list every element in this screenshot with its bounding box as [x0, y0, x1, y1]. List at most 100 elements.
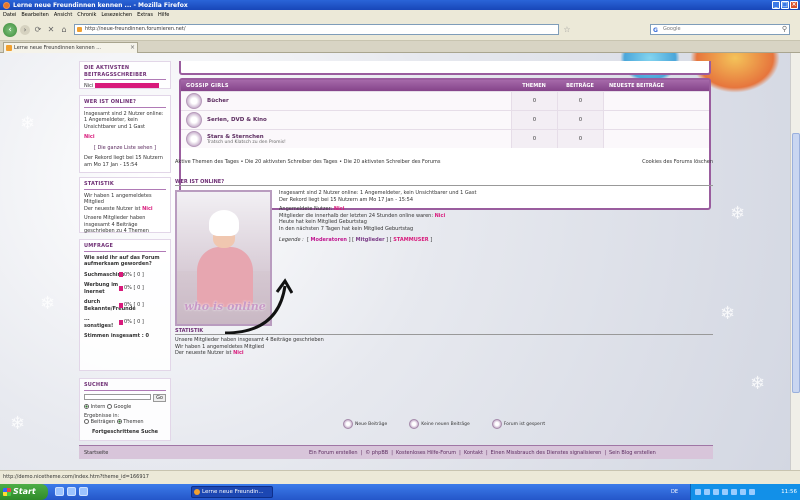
tray-icon[interactable]	[722, 489, 728, 495]
no-new-posts-icon	[409, 419, 420, 429]
create-forum-link[interactable]: Ein Forum erstellen	[309, 450, 358, 456]
online-user-link[interactable]: Nici	[334, 206, 345, 212]
col-posts: BEITRÄGE	[566, 82, 594, 89]
maximize-button[interactable]: □	[781, 1, 789, 9]
radio-google[interactable]	[107, 404, 113, 409]
stats-newest-user[interactable]: Nici	[142, 206, 153, 212]
forum-status-icon	[186, 131, 202, 147]
quicklaunch-icon[interactable]	[67, 487, 76, 496]
poll-question: Wie seid ihr auf das Forum aufmerksam ge…	[84, 254, 160, 268]
sidebar-search-go-button[interactable]: Go	[153, 393, 166, 402]
legend-moderators[interactable]: Moderatoren	[311, 237, 347, 243]
snowflake-icon: ❄	[750, 373, 766, 394]
advanced-search-link[interactable]: Fortgeschrittene Suche	[84, 429, 166, 436]
menu-ansicht[interactable]: Ansicht	[54, 12, 72, 18]
active-topics-links[interactable]: Aktive Themen des Tages • Die 20 aktivst…	[175, 159, 440, 165]
forum-row[interactable]: Stars & Sternchen Tratsch und Klatsch zu …	[181, 129, 709, 148]
page-content: ❄ ❄ ❄ ❄ ❄ ❄ DIE AKTIVSTEN BEITRAGSSCHREI…	[0, 53, 790, 470]
back-button[interactable]: ‹	[3, 22, 17, 37]
tray-icon[interactable]	[740, 489, 746, 495]
menu-hilfe[interactable]: Hilfe	[158, 12, 169, 18]
menu-datei[interactable]: Datei	[3, 12, 16, 18]
active-user[interactable]: Nici	[84, 83, 93, 89]
search-icon[interactable]: ⚲	[782, 25, 787, 34]
legend-members[interactable]: Mitglieder	[356, 237, 385, 243]
stats-newest: Der neueste Nutzer ist Nici	[84, 206, 166, 213]
minimize-button[interactable]: _	[772, 1, 780, 9]
poll-option[interactable]: durch Bekannte/Freunde 0% [ 0 ]	[84, 299, 166, 312]
forum-row[interactable]: Serien, DVD & Kino 0 0	[181, 110, 709, 129]
forum-footer: Startseite Ein Forum erstellen | © phpBB…	[79, 445, 713, 459]
tab-close-icon[interactable]: ×	[130, 43, 135, 53]
recent-user-link[interactable]: Nici	[435, 213, 446, 219]
scrollbar-thumb[interactable]	[792, 133, 800, 393]
col-topics: THEMEN	[522, 82, 546, 89]
forum-status-icon	[186, 93, 202, 109]
window-title: Lerne neue Freundinnen kennen ... - Mozi…	[13, 1, 188, 9]
poll-total: Stimmen insgesamt : 0	[84, 333, 149, 339]
radio-posts[interactable]	[84, 419, 89, 424]
forum-row[interactable]: Bücher 0 0	[181, 91, 709, 110]
legend-stammuser[interactable]: STAMMUSER	[393, 237, 428, 243]
online-list-link[interactable]: [ Die ganze Liste sehen ]	[84, 145, 166, 152]
reload-icon[interactable]: ⟳	[33, 25, 43, 35]
stats-title: STATISTIK	[175, 328, 713, 335]
search-placeholder: Google	[663, 26, 681, 32]
tab-bar: Lerne neue Freundinnen kennen ... ×	[0, 41, 800, 53]
firefox-icon	[3, 1, 10, 9]
category-header: GOSSIP GIRLS THEMEN BEITRÄGE NEUESTE BEI…	[181, 80, 709, 91]
menu-bearbeiten[interactable]: Bearbeiten	[21, 12, 48, 18]
home-link[interactable]: Startseite	[79, 450, 309, 456]
tray-icon[interactable]	[713, 489, 719, 495]
menu-lesezeichen[interactable]: Lesezeichen	[101, 12, 132, 18]
poll-option[interactable]: ... sonstiges! 0% [ 0 ]	[84, 316, 166, 329]
menu-chronik[interactable]: Chronik	[77, 12, 96, 18]
navigation-toolbar: ‹ › ⟳ ✕ ⌂ http://neue-freundinnen.forumi…	[0, 19, 800, 41]
tray-icon[interactable]	[695, 489, 701, 495]
activity-bar	[94, 83, 159, 88]
category-title[interactable]: GOSSIP GIRLS	[181, 83, 511, 89]
delete-cookies-link[interactable]: Cookies des Forums löschen	[642, 159, 713, 165]
tray-icon[interactable]	[749, 489, 755, 495]
box-title: DIE AKTIVSTEN BEITRAGSSCHREIBER	[84, 65, 166, 80]
stop-icon[interactable]: ✕	[46, 25, 56, 35]
search-input[interactable]: G Google ⚲	[650, 24, 790, 35]
statistics-box: STATISTIK Wir haben 1 angemeldetes Mitgl…	[79, 177, 171, 234]
contact-link[interactable]: Kontakt	[464, 450, 483, 456]
language-indicator[interactable]: DE	[671, 484, 678, 500]
who-online-title: WER IST ONLINE?	[175, 179, 713, 186]
phpbb-link[interactable]: © phpBB	[365, 450, 388, 456]
poll-option[interactable]: Werbung im Inernet 0% [ 0 ]	[84, 282, 166, 295]
report-abuse-link[interactable]: Einen Missbrauch des Dienstes signalisie…	[491, 450, 602, 456]
poll-option[interactable]: Suchmaschine 0% [ 0 ]	[84, 272, 166, 279]
online-user-link[interactable]: Nici	[84, 134, 166, 141]
online-record: Der Rekord liegt bei 15 Nutzern am Mo 17…	[84, 155, 163, 168]
radio-topics[interactable]	[116, 419, 122, 424]
quicklaunch-icon[interactable]	[55, 487, 64, 496]
help-forum-link[interactable]: Kostenloses Hilfe-Forum	[396, 450, 456, 456]
taskbar-firefox-button[interactable]: Lerne neue Freundin...	[191, 486, 273, 498]
stats-posts: Unsere Mitglieder haben insgesamt 4 Beit…	[84, 215, 149, 234]
menu-extras[interactable]: Extras	[137, 12, 153, 18]
status-bar: http://demo.nicetheme.com/index.htm?them…	[0, 470, 800, 484]
bookmark-star-icon[interactable]: ☆	[562, 25, 572, 35]
tray-icon[interactable]	[704, 489, 710, 495]
taskbar: Start Lerne neue Freundin... DE 11:56	[0, 484, 800, 500]
newest-user-link[interactable]: Nici	[233, 350, 244, 356]
create-blog-link[interactable]: Sein Blog erstellen	[609, 450, 656, 456]
forum-status-icon	[186, 112, 202, 128]
start-button[interactable]: Start	[0, 484, 48, 500]
stats-newest-label: Der neueste Nutzer ist	[84, 205, 143, 212]
snowflake-icon: ❄	[40, 293, 56, 314]
url-bar[interactable]: http://neue-freundinnen.forumieren.net/	[74, 24, 559, 35]
vertical-scrollbar[interactable]	[790, 53, 800, 470]
forward-button[interactable]: ›	[20, 24, 30, 35]
quicklaunch-icon[interactable]	[79, 487, 88, 496]
close-button[interactable]: ×	[790, 1, 798, 9]
tray-icon[interactable]	[731, 489, 737, 495]
online-text: Insgesamt sind 2 Nutzer online: 1 Angeme…	[84, 110, 164, 130]
radio-intern[interactable]	[84, 404, 89, 409]
tab-forum[interactable]: Lerne neue Freundinnen kennen ... ×	[3, 42, 138, 53]
sidebar-search-input[interactable]	[84, 393, 152, 400]
home-icon[interactable]: ⌂	[59, 25, 69, 35]
